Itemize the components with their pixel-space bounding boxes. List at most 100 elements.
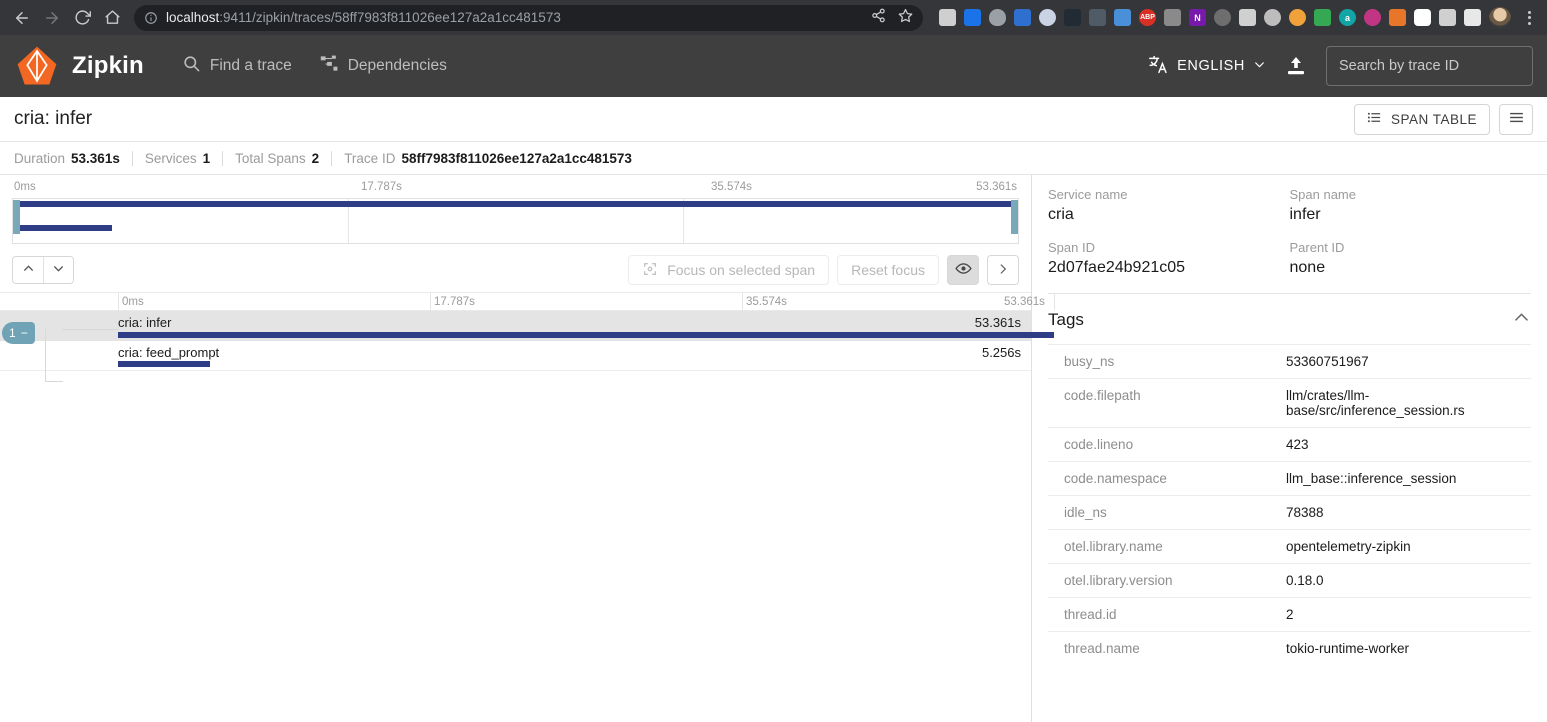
tags-section-header[interactable]: Tags — [1048, 293, 1531, 344]
ext-opera-icon[interactable] — [1039, 9, 1056, 26]
address-bar[interactable]: localhost:9411/zipkin/traces/58ff7983f81… — [134, 4, 923, 31]
trace-title-actions: SPAN TABLE — [1353, 103, 1533, 135]
ext-honey-icon[interactable] — [1289, 9, 1306, 26]
next-span-button[interactable] — [43, 257, 73, 283]
tag-key: otel.library.name — [1064, 539, 1163, 554]
language-label: ENGLISH — [1177, 58, 1245, 74]
tag-value: llm_base::inference_session — [1286, 471, 1457, 486]
share-icon[interactable] — [871, 8, 886, 28]
ext-power-bi-icon[interactable] — [1214, 9, 1231, 26]
profile-avatar[interactable] — [1489, 6, 1511, 29]
minimap-right-handle[interactable] — [1011, 200, 1019, 234]
trace-menu-button[interactable] — [1499, 103, 1533, 135]
star-icon[interactable] — [898, 8, 913, 28]
minimap-section: 0ms 17.787s 35.574s 53.361s — [0, 175, 1032, 248]
timeline-tick-3: 53.361s — [1004, 296, 1045, 308]
timeline-controls: Focus on selected span Reset focus — [0, 248, 1032, 292]
table-row: code.namespace llm_base::inference_sessi… — [1048, 461, 1531, 496]
ext-screenshot-icon[interactable] — [1164, 9, 1181, 26]
reset-focus-button[interactable]: Reset focus — [837, 255, 940, 285]
span-row-root[interactable]: cria: infer 53.361s — [0, 311, 1054, 341]
collapse-depth-badge[interactable]: 1 − — [2, 322, 35, 344]
nav-dependencies[interactable]: Dependencies — [320, 54, 447, 78]
url-text: localhost:9411/zipkin/traces/58ff7983f81… — [166, 10, 861, 25]
home-icon[interactable] — [98, 4, 126, 32]
tags-table: busy_ns 53360751967 code.filepath llm/cr… — [1048, 344, 1531, 665]
meta-trace-id-label: Trace ID — [344, 150, 396, 166]
zipkin-logo-icon[interactable] — [14, 43, 60, 89]
chevron-up-icon — [22, 262, 35, 278]
tags-section-title: Tags — [1048, 310, 1084, 329]
tag-value: 2 — [1286, 607, 1294, 622]
ext-instagram-icon[interactable] — [1364, 9, 1381, 26]
expand-right-button[interactable] — [987, 255, 1020, 285]
main-content: 0ms 17.787s 35.574s 53.361s Focus on sel… — [0, 175, 1547, 722]
search-trace-id-input[interactable] — [1326, 46, 1533, 86]
ext-doc-download-icon[interactable] — [1114, 9, 1131, 26]
ext-sidebar-icon[interactable] — [1464, 9, 1481, 26]
table-row: thread.id 2 — [1048, 597, 1531, 632]
timeline-tick-bar: 0ms 17.787s 35.574s 53.361s — [0, 292, 1055, 311]
span-duration-child: 5.256s — [981, 345, 1022, 360]
span-table-button[interactable]: SPAN TABLE — [1353, 103, 1490, 135]
detail-span-id-label: Span ID — [1048, 240, 1095, 255]
upload-json-button[interactable] — [1284, 54, 1308, 78]
tag-key: code.namespace — [1064, 471, 1167, 486]
span-rows: cria: infer 53.361s cria: feed_prompt 5.… — [0, 311, 1054, 382]
back-arrow-icon[interactable] — [8, 4, 36, 32]
minimap[interactable] — [12, 198, 1020, 244]
timeline-gridline-2 — [742, 293, 743, 310]
focus-button-label: Focus on selected span — [667, 262, 816, 278]
reload-icon[interactable] — [68, 4, 96, 32]
tag-value: llm/crates/llm-base/src/inference_sessio… — [1286, 388, 1465, 418]
site-info-icon[interactable] — [144, 11, 158, 25]
meta-services: Services 1 — [131, 150, 222, 166]
forward-arrow-icon[interactable] — [38, 4, 66, 32]
ext-globe-icon[interactable] — [964, 9, 981, 26]
trace-meta-row: Duration 53.361s Services 1 Total Spans … — [0, 142, 1547, 175]
meta-trace-id-value: 58ff7983f811026ee127a2a1cc481573 — [401, 150, 632, 166]
ext-magnifier-icon[interactable] — [1089, 9, 1106, 26]
minimap-tick-2: 35.574s — [711, 181, 752, 193]
meta-total-spans-value: 2 — [311, 150, 320, 166]
chevron-right-icon — [996, 262, 1010, 279]
ext-bookmark-manager-icon[interactable] — [1014, 9, 1031, 26]
ext-puzzle-icon[interactable] — [1439, 9, 1456, 26]
ext-ghostery-icon[interactable] — [989, 9, 1006, 26]
ext-translate-popup-icon[interactable] — [1389, 9, 1406, 26]
list-icon — [1367, 110, 1382, 128]
span-detail-fields: Service name cria Span name infer Span I… — [1048, 175, 1531, 293]
minimap-left-handle[interactable] — [13, 200, 20, 234]
detail-span-name: Span name infer — [1290, 187, 1531, 224]
ext-onenote-icon[interactable]: N — [1189, 9, 1206, 26]
minimap-tick-row: 0ms 17.787s 35.574s 53.361s — [12, 181, 1019, 198]
ext-download-manager-icon[interactable] — [1314, 9, 1331, 26]
ext-lastpass-icon[interactable] — [1414, 9, 1431, 26]
ext-keepa-icon[interactable] — [939, 9, 956, 26]
ext-react-devtools-icon[interactable] — [1064, 9, 1081, 26]
language-selector[interactable]: ENGLISH — [1148, 54, 1266, 79]
focus-on-selected-span-button[interactable]: Focus on selected span — [628, 255, 830, 285]
ext-clean-icon[interactable] — [1239, 9, 1256, 26]
eye-icon — [954, 260, 972, 280]
tag-key: code.filepath — [1064, 388, 1141, 403]
tag-value: 0.18.0 — [1286, 573, 1324, 588]
brand-title: Zipkin — [72, 52, 144, 79]
toggle-visibility-button[interactable] — [947, 255, 980, 285]
ext-adblock-plus-icon[interactable]: ABP — [1139, 9, 1156, 26]
timeline-tick-0: 0ms — [122, 296, 144, 308]
trace-title-bar: cria: infer SPAN TABLE — [0, 97, 1547, 142]
span-stepper — [12, 256, 74, 284]
span-row-child[interactable]: cria: feed_prompt 5.256s — [0, 341, 1032, 371]
span-detail-pane: Service name cria Span name infer Span I… — [1032, 175, 1547, 722]
ext-amazon-assistant-icon[interactable]: a — [1339, 9, 1356, 26]
chevron-down-icon — [52, 262, 65, 278]
chrome-menu-icon[interactable] — [1519, 10, 1539, 25]
span-bar-root — [118, 332, 1054, 338]
meta-services-value: 1 — [202, 150, 211, 166]
ext-target-icon[interactable] — [1264, 9, 1281, 26]
previous-span-button[interactable] — [13, 257, 43, 283]
nav-find-a-trace[interactable]: Find a trace — [182, 54, 292, 78]
detail-parent-id: Parent ID none — [1290, 240, 1531, 277]
detail-parent-id-value: none — [1289, 259, 1326, 276]
